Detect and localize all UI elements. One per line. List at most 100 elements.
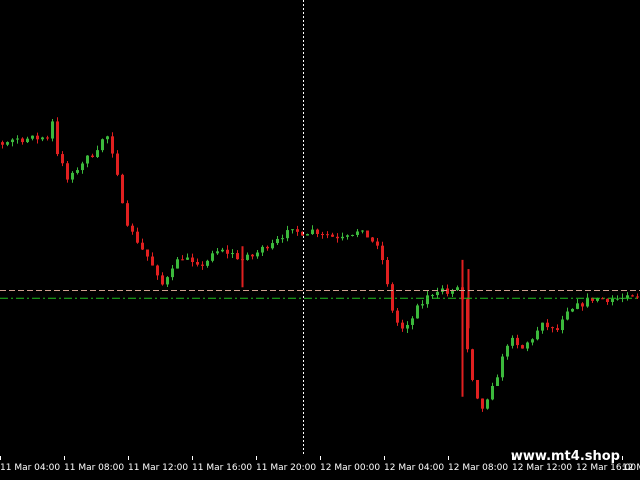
- candle-body-112: [556, 328, 559, 331]
- candle-body-36: [176, 259, 179, 269]
- x-tick-label-7: 12 Mar 08:00: [448, 463, 508, 473]
- candle-body-118: [586, 297, 589, 307]
- candle-body-42: [206, 260, 209, 266]
- candle-body-39: [191, 257, 194, 262]
- candle-body-90: [446, 288, 449, 294]
- candle-body-83: [411, 318, 414, 325]
- candle-body-70: [346, 235, 349, 237]
- candle-body-17: [81, 163, 84, 171]
- candle-body-60: [296, 229, 299, 232]
- candle-body-105: [521, 345, 524, 349]
- candle-body-22: [106, 136, 109, 140]
- x-tick-label-5: 12 Mar 00:00: [320, 463, 380, 473]
- candle-body-106: [526, 342, 529, 349]
- candle-body-113: [561, 319, 564, 331]
- candle-body-19: [91, 155, 94, 158]
- candle-body-58: [286, 230, 289, 239]
- candle-body-37: [181, 259, 184, 261]
- candle-body-101: [501, 356, 504, 378]
- candle-body-80: [396, 310, 399, 323]
- x-tick-label-1: 11 Mar 08:00: [64, 463, 124, 473]
- candle-body-31: [151, 256, 154, 266]
- candle-body-32: [156, 265, 159, 276]
- candle-body-51: [251, 254, 254, 257]
- candle-body-74: [366, 230, 369, 238]
- candle-body-62: [306, 234, 309, 236]
- candle-body-1: [1, 142, 4, 145]
- candle-body-63: [311, 229, 314, 235]
- candle-body-33: [161, 275, 164, 285]
- candle-body-21: [101, 139, 104, 151]
- candlestick-chart: 11 Mar 04:00 11 Mar 08:00 11 Mar 12:00 11 M…: [0, 0, 640, 473]
- candle-body-53: [261, 246, 264, 253]
- candle-body-34: [166, 277, 169, 285]
- candle-body-20: [96, 150, 99, 158]
- candle-body-71: [351, 234, 354, 236]
- candle-body-52: [256, 252, 259, 257]
- x-tick-label-4: 11 Mar 20:00: [256, 463, 316, 473]
- candle-body-107: [531, 339, 534, 343]
- candle-body-111: [551, 327, 554, 329]
- x-tick-label-8: 12 Mar 12:00: [512, 463, 572, 473]
- candle-body-24: [116, 153, 119, 175]
- candle-body-56: [276, 238, 279, 244]
- candle-body-59: [291, 229, 294, 231]
- candle-body-3: [11, 139, 14, 143]
- candle-body-77: [381, 245, 384, 261]
- candle-body-27: [131, 225, 134, 232]
- candle-body-46: [226, 249, 229, 254]
- candle-body-6: [26, 138, 29, 143]
- candle-body-16: [76, 170, 79, 173]
- candle-body-15: [71, 172, 74, 180]
- candle-body-44: [216, 251, 219, 254]
- candle-body-103: [511, 337, 514, 346]
- candle-body-35: [171, 268, 174, 278]
- candle-body-25: [121, 174, 124, 204]
- candle-body-102: [506, 345, 509, 357]
- candle-body-12: [56, 121, 59, 155]
- candle-body-75: [371, 237, 374, 242]
- candle-body-55: [271, 243, 274, 249]
- candle-body-125: [621, 297, 624, 299]
- candle-body-47: [231, 253, 234, 255]
- candle-body-29: [141, 242, 144, 250]
- candle-body-7: [31, 135, 34, 139]
- candle-body-11: [51, 121, 54, 139]
- candle-body-54: [266, 246, 269, 249]
- candle-body-92: [456, 287, 459, 291]
- candle-body-67: [331, 234, 334, 237]
- candle-body-66: [326, 234, 329, 236]
- candle-body-79: [391, 284, 394, 311]
- candle-body-18: [86, 155, 89, 164]
- candle-body-8: [36, 135, 39, 140]
- x-tick-label-2: 11 Mar 12:00: [128, 463, 188, 473]
- candle-body-68: [336, 236, 339, 239]
- candle-body-122: [606, 298, 609, 303]
- candle-body-23: [111, 136, 114, 154]
- candle-body-2: [6, 142, 9, 145]
- candle-body-30: [146, 249, 149, 257]
- candle-body-28: [136, 231, 139, 243]
- candle-body-97: [481, 398, 484, 409]
- candle-body-10: [46, 137, 49, 139]
- candle-body-99: [491, 385, 494, 400]
- candle-body-78: [386, 260, 389, 285]
- candle-body-85: [421, 304, 424, 306]
- candle-body-114: [566, 311, 569, 320]
- candle-body-116: [576, 303, 579, 309]
- candle-body-95: [471, 349, 474, 380]
- candle-body-57: [281, 238, 284, 240]
- candle-body-127: [631, 295, 634, 297]
- candle-body-38: [186, 257, 189, 260]
- candle-body-96: [476, 379, 479, 399]
- candle-body-117: [581, 303, 584, 307]
- candle-body-82: [406, 324, 409, 329]
- candle-body-110: [546, 322, 549, 328]
- candle-body-13: [61, 154, 64, 164]
- candle-body-43: [211, 253, 214, 261]
- candle-body-109: [541, 322, 544, 331]
- candle-body-72: [356, 231, 359, 235]
- candle-body-14: [66, 163, 69, 180]
- candle-body-69: [341, 236, 344, 239]
- candle-body-76: [376, 241, 379, 246]
